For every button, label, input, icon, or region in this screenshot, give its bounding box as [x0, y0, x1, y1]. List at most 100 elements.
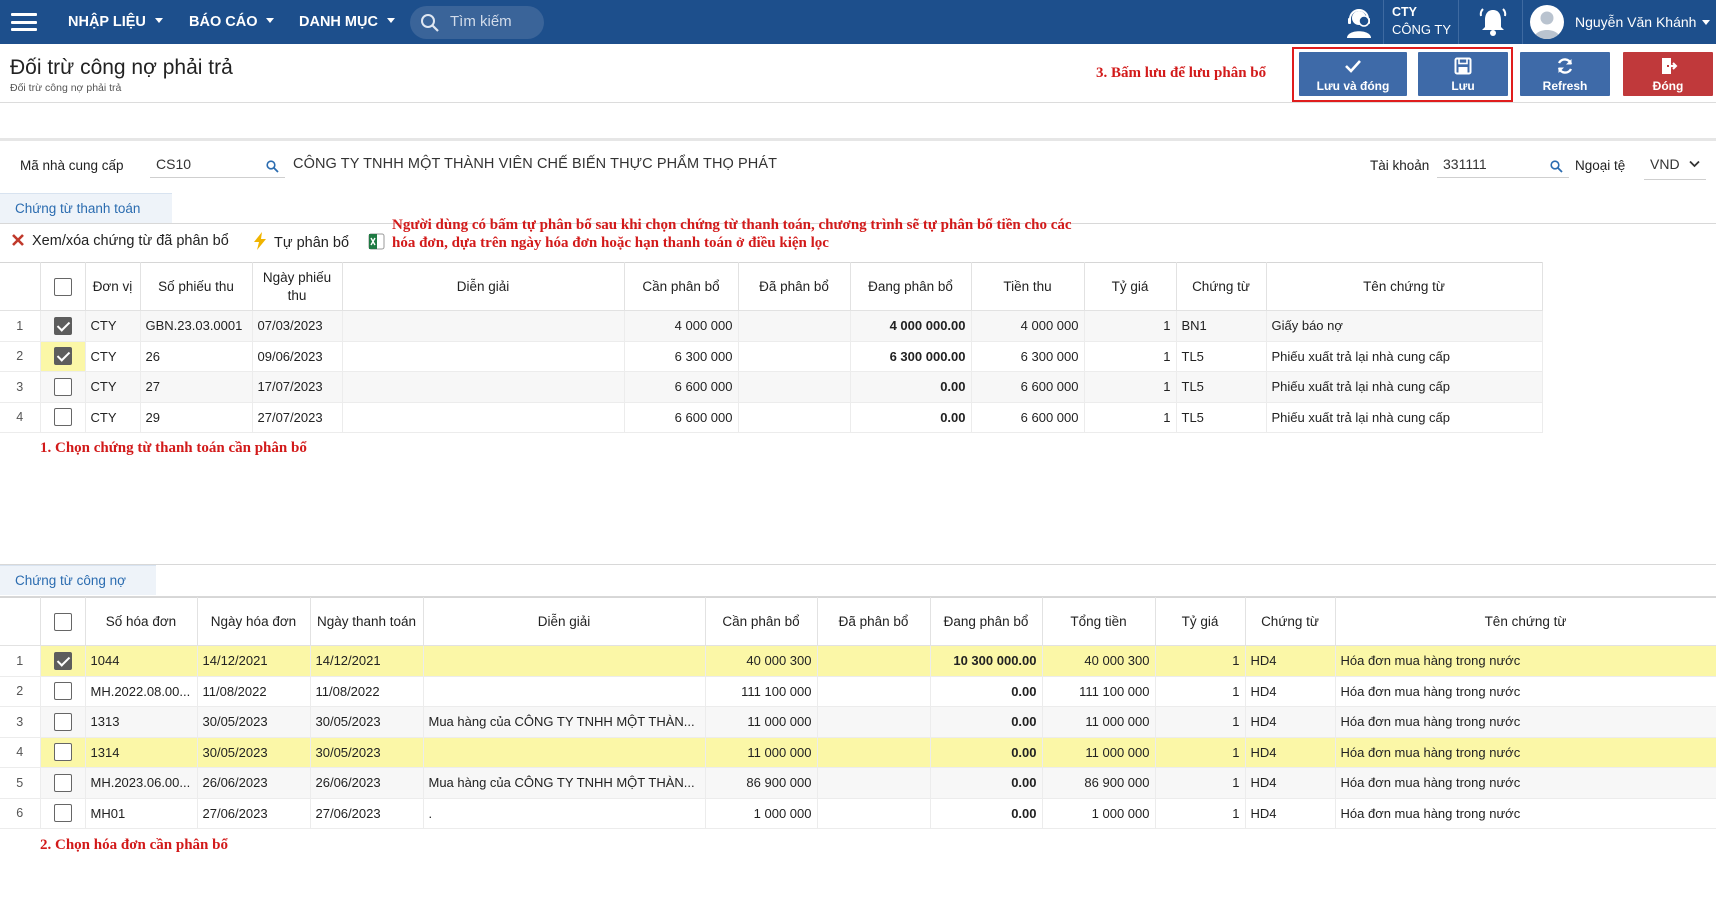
- column-header[interactable]: Đang phân bổ: [849, 262, 972, 311]
- column-header[interactable]: Diễn giải: [341, 262, 625, 311]
- column-header[interactable]: Đang phân bổ: [929, 597, 1043, 646]
- row-checkbox-cell[interactable]: [39, 310, 86, 342]
- row-checkbox[interactable]: [53, 682, 72, 701]
- allocating-cell[interactable]: 0.00: [929, 736, 1043, 768]
- column-header[interactable]: Tên chứng từ: [1265, 262, 1543, 311]
- column-header[interactable]: Số phiếu thu: [139, 262, 253, 311]
- row-checkbox-cell[interactable]: [39, 797, 86, 829]
- row-checkbox[interactable]: [53, 743, 72, 762]
- row-checkbox-cell[interactable]: [39, 401, 86, 433]
- column-header[interactable]: Đã phân bổ: [737, 262, 851, 311]
- table-row[interactable]: 2 MH.2022.08.00... 11/08/2022 11/08/2022 111…: [0, 675, 1716, 707]
- hamburger-menu-icon[interactable]: [11, 13, 37, 31]
- search-icon[interactable]: [1550, 160, 1563, 173]
- support-agent-icon[interactable]: [1342, 5, 1376, 39]
- auto-allocate-button[interactable]: Tự phân bổ: [252, 232, 349, 251]
- row-checkbox-cell[interactable]: [39, 767, 86, 799]
- allocating-cell[interactable]: 0.00: [929, 797, 1043, 829]
- menu-bao-cao[interactable]: BÁO CÁO: [189, 14, 275, 30]
- close-button[interactable]: Đóng: [1623, 52, 1713, 96]
- avatar[interactable]: [1530, 5, 1564, 39]
- bell-icon[interactable]: [1477, 6, 1509, 38]
- column-header[interactable]: Đơn vị: [84, 262, 141, 311]
- row-checkbox-cell[interactable]: [39, 645, 86, 677]
- exchange-rate-cell: 1: [1083, 371, 1177, 403]
- column-header[interactable]: Số hóa đơn: [84, 597, 198, 646]
- row-checkbox[interactable]: [53, 377, 72, 396]
- menu-nhap-lieu[interactable]: NHẬP LIỆU: [68, 14, 163, 30]
- account-field[interactable]: 331111: [1437, 152, 1569, 178]
- column-header[interactable]: Cần phân bổ: [704, 597, 818, 646]
- allocating-cell[interactable]: 10 300 000.00: [929, 645, 1043, 677]
- select-all-checkbox-header[interactable]: [39, 597, 86, 646]
- allocating-cell[interactable]: 0.00: [929, 675, 1043, 707]
- supplier-code-field[interactable]: CS10: [150, 152, 285, 178]
- select-all-checkbox[interactable]: [53, 277, 72, 296]
- currency-select[interactable]: VND: [1644, 152, 1706, 180]
- row-checkbox-cell[interactable]: [39, 706, 86, 738]
- allocating-cell[interactable]: 0.00: [929, 706, 1043, 738]
- row-checkbox[interactable]: [53, 347, 72, 366]
- select-all-checkbox-header[interactable]: [39, 262, 86, 311]
- row-checkbox[interactable]: [53, 712, 72, 731]
- save-and-close-button[interactable]: Lưu và đóng: [1299, 52, 1407, 96]
- user-menu[interactable]: Nguyễn Văn Khánh: [1575, 14, 1711, 30]
- allocating-cell[interactable]: 0.00: [849, 371, 972, 403]
- column-header[interactable]: Cần phân bổ: [623, 262, 739, 311]
- allocating-cell[interactable]: 6 300 000.00: [849, 340, 972, 372]
- allocating-cell[interactable]: 0.00: [849, 401, 972, 433]
- table-row[interactable]: 4 1314 30/05/2023 30/05/2023 11 000 000 0.00 1…: [0, 736, 1716, 768]
- table-row[interactable]: 4 CTY 29 27/07/2023 6 600 000 0.00 6 600 000 1 T…: [0, 401, 1543, 433]
- excel-icon[interactable]: [368, 233, 385, 250]
- invoice-number-cell: MH.2023.06.00...: [84, 767, 198, 799]
- table-row[interactable]: 2 CTY 26 09/06/2023 6 300 000 6 300 000.00 6 3…: [0, 340, 1543, 372]
- select-all-checkbox[interactable]: [53, 612, 72, 631]
- search-icon[interactable]: [266, 160, 279, 173]
- column-header[interactable]: Tỷ giá: [1154, 597, 1246, 646]
- row-checkbox-cell[interactable]: [39, 371, 86, 403]
- voucher-name-cell: Hóa đơn mua hàng trong nước: [1334, 645, 1716, 677]
- save-button[interactable]: Lưu: [1418, 52, 1508, 96]
- column-header[interactable]: Diễn giải: [422, 597, 706, 646]
- toolbar-label: Tự phân bổ: [274, 235, 350, 251]
- table-row[interactable]: 5 MH.2023.06.00... 26/06/2023 26/06/2023 Mua…: [0, 767, 1716, 799]
- chevron-down-icon: [1689, 160, 1700, 168]
- column-header[interactable]: Ngày hóa đơn: [196, 597, 311, 646]
- view-delete-allocated-button[interactable]: Xem/xóa chứng từ đã phân bổ: [10, 232, 229, 249]
- caret-down-icon: [266, 18, 275, 23]
- global-search[interactable]: [410, 6, 544, 39]
- tab-debt-vouchers[interactable]: Chứng từ công nợ: [0, 565, 156, 595]
- row-checkbox-cell[interactable]: [39, 340, 86, 372]
- invoice-date-cell: 26/06/2023: [196, 767, 311, 799]
- search-input[interactable]: [450, 13, 536, 30]
- column-header[interactable]: Ngày phiếu thu: [251, 262, 343, 311]
- voucher-type-cell: HD4: [1244, 645, 1336, 677]
- allocating-cell[interactable]: 4 000 000.00: [849, 310, 972, 342]
- menu-danh-muc[interactable]: DANH MỤC: [299, 14, 395, 30]
- column-header[interactable]: Đã phân bổ: [816, 597, 931, 646]
- table-row[interactable]: 1 1044 14/12/2021 14/12/2021 40 000 300 10 30…: [0, 645, 1716, 677]
- row-checkbox[interactable]: [53, 408, 72, 427]
- column-header[interactable]: Tổng tiền: [1041, 597, 1156, 646]
- column-header[interactable]: Ngày thanh toán: [309, 597, 424, 646]
- row-checkbox-cell[interactable]: [39, 675, 86, 707]
- row-checkbox[interactable]: [53, 773, 72, 792]
- unit-cell: CTY: [84, 340, 141, 372]
- row-checkbox[interactable]: [53, 651, 72, 670]
- refresh-button[interactable]: Refresh: [1520, 52, 1610, 96]
- column-header[interactable]: Tỷ giá: [1083, 262, 1177, 311]
- tab-payment-vouchers[interactable]: Chứng từ thanh toán: [0, 193, 172, 223]
- column-header[interactable]: Tên chứng từ: [1334, 597, 1716, 646]
- column-header[interactable]: Chứng từ: [1244, 597, 1336, 646]
- table-row[interactable]: 1 CTY GBN.23.03.0001 07/03/2023 4 000 000 4 0…: [0, 310, 1543, 342]
- table-row[interactable]: 6 MH01 27/06/2023 27/06/2023. 1 000 000 0.00 1…: [0, 797, 1716, 829]
- column-header[interactable]: Tiền thu: [970, 262, 1085, 311]
- row-checkbox[interactable]: [53, 804, 72, 823]
- row-checkbox-cell[interactable]: [39, 736, 86, 768]
- row-checkbox[interactable]: [53, 316, 72, 335]
- column-header[interactable]: Chứng từ: [1175, 262, 1267, 311]
- company-switcher[interactable]: CTY CÔNG TY: [1392, 4, 1451, 38]
- allocating-cell[interactable]: 0.00: [929, 767, 1043, 799]
- table-row[interactable]: 3 CTY 27 17/07/2023 6 600 000 0.00 6 600 000 1 T…: [0, 371, 1543, 403]
- table-row[interactable]: 3 1313 30/05/2023 30/05/2023 Mua hàng của CÔ…: [0, 706, 1716, 738]
